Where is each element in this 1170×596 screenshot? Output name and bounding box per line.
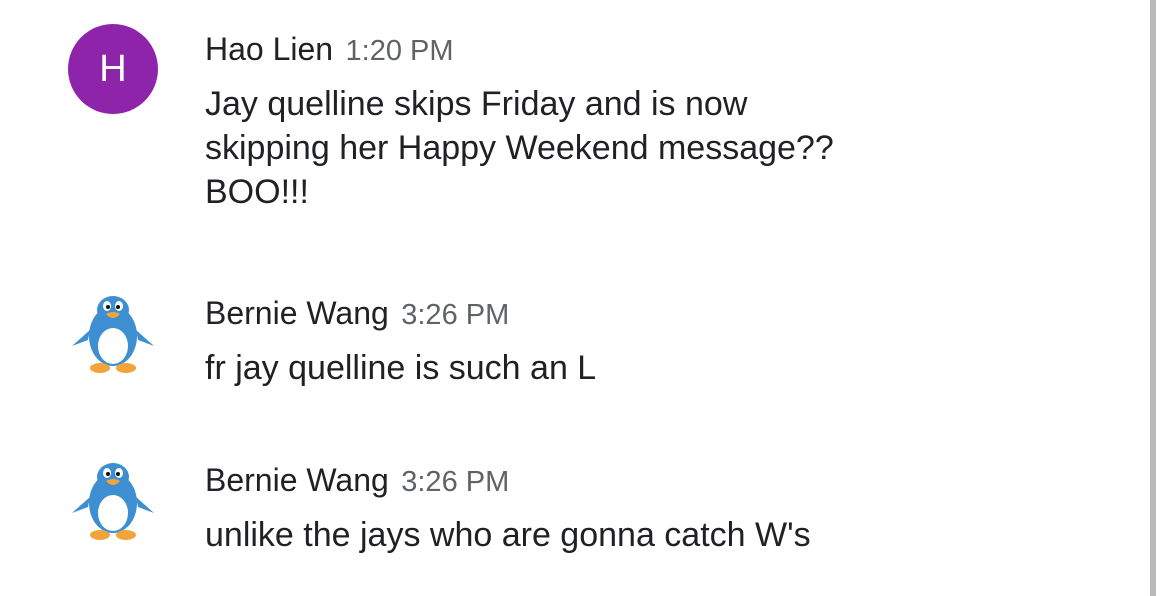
message-header: Bernie Wang 3:26 PM xyxy=(205,288,1105,338)
penguin-icon xyxy=(72,296,154,373)
sender-name[interactable]: Bernie Wang xyxy=(205,462,389,498)
message-timestamp: 3:26 PM xyxy=(401,466,510,498)
message-text: unlike the jays who are gonna catch W's xyxy=(205,516,811,554)
avatar[interactable] xyxy=(68,457,158,547)
avatar[interactable] xyxy=(68,290,158,380)
message-text: fr jay quelline is such an L xyxy=(205,349,597,387)
message-timestamp: 1:20 PM xyxy=(345,35,454,67)
avatar-letter: H xyxy=(68,24,158,114)
message-header: Bernie Wang 3:26 PM xyxy=(205,455,1105,505)
sender-name[interactable]: Hao Lien xyxy=(205,31,333,67)
message-body: Hao Lien 1:20 PM Jay quelline skips Frid… xyxy=(205,24,1105,214)
scrollbar-edge xyxy=(1150,0,1156,596)
message-header: Hao Lien 1:20 PM xyxy=(205,24,1105,74)
message-body: Bernie Wang 3:26 PM unlike the jays who … xyxy=(205,455,1105,557)
message-text: Jay quelline skips Friday and is now ski… xyxy=(205,85,834,211)
chat-message-list: H Hao Lien 1:20 PM Jay quelline skips Fr… xyxy=(0,0,1170,596)
sender-name[interactable]: Bernie Wang xyxy=(205,295,389,331)
avatar[interactable]: H xyxy=(68,24,158,114)
penguin-icon xyxy=(72,463,154,540)
message-timestamp: 3:26 PM xyxy=(401,299,510,331)
message-body: Bernie Wang 3:26 PM fr jay quelline is s… xyxy=(205,288,1105,390)
scrollbar[interactable] xyxy=(1150,0,1170,596)
